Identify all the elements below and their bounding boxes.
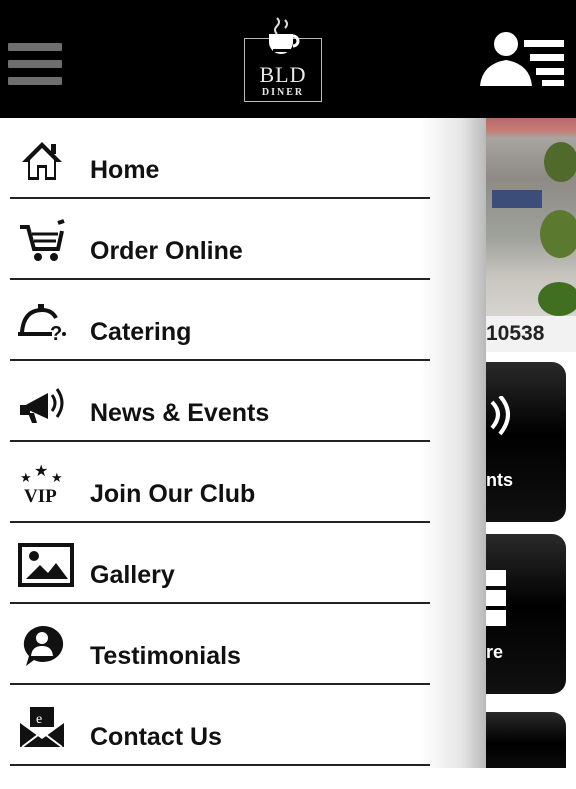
menu-item-home[interactable]: Home (10, 118, 430, 199)
menu-item-label: Contact Us (90, 723, 222, 751)
svg-text:★: ★ (20, 471, 32, 486)
menu-item-catering[interactable]: ? Catering (10, 280, 430, 361)
testimonial-icon (23, 625, 64, 666)
hamburger-menu-icon[interactable] (8, 43, 62, 85)
more-tile[interactable]: re (486, 534, 566, 694)
svg-text:e: e (36, 712, 42, 727)
logo-text: BLD (259, 62, 307, 87)
menu-item-testimonials[interactable]: Testimonials (10, 604, 430, 685)
phone-number-fragment[interactable]: 10538 (486, 316, 576, 352)
menu-item-label: News & Events (90, 399, 270, 427)
menu-item-label: Gallery (90, 561, 175, 589)
menu-item-label: Home (90, 156, 160, 184)
news-events-tile[interactable]: nts (486, 362, 566, 522)
tile-label: nts (486, 470, 513, 490)
menu-item-order-online[interactable]: Order Online (10, 199, 430, 280)
logo[interactable]: BLD DINER (244, 16, 322, 102)
contact-icon: e (20, 707, 64, 748)
svg-text:?: ? (50, 323, 62, 344)
logo-subtext: DINER (261, 87, 305, 98)
megaphone-icon (20, 388, 64, 423)
menu-item-label: Order Online (90, 237, 243, 265)
svg-text:★: ★ (51, 471, 63, 486)
restaurant-photo (486, 118, 576, 316)
svg-text:VIP: VIP (24, 486, 57, 506)
menu-item-label: Catering (90, 318, 192, 346)
top-bar: BLD DINER (0, 0, 576, 118)
menu-item-label: Testimonials (90, 642, 241, 670)
cart-icon (20, 219, 65, 261)
grid-icon (486, 570, 506, 626)
home-icon (22, 142, 62, 180)
menu-item-join-our-club[interactable]: ★ ★ ★ VIP Join Our Club (10, 442, 430, 523)
background-page: 10538 nts re (486, 118, 576, 768)
vip-icon: ★ ★ ★ VIP (20, 462, 63, 506)
menu-item-news-events[interactable]: News & Events (10, 361, 430, 442)
catering-icon: ? (18, 304, 66, 344)
divider (10, 764, 430, 766)
third-tile[interactable] (486, 712, 566, 768)
menu-item-label: Join Our Club (90, 480, 256, 508)
coffee-cup-icon (269, 17, 300, 54)
side-drawer: Home Order Online ? Catering News & Even… (0, 118, 486, 768)
menu-item-contact-us[interactable]: e Contact Us (10, 685, 430, 766)
tile-label: re (486, 642, 504, 662)
gallery-icon (18, 543, 74, 587)
user-menu-icon[interactable] (480, 30, 568, 88)
signal-icon (490, 396, 510, 436)
menu-item-gallery[interactable]: Gallery (10, 523, 430, 604)
svg-text:★: ★ (34, 462, 48, 480)
